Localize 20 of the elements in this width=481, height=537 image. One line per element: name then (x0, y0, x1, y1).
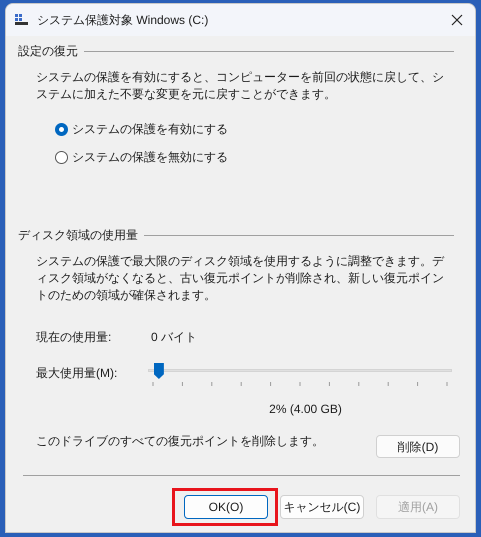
radio-label[interactable]: システムの保護を有効にする (72, 120, 228, 138)
drive-icon (15, 14, 28, 26)
section-heading: 設定の復元 (18, 43, 78, 60)
description-text: システムの保護で最大限のディスク領域を使用するように調整できます。ディスク領域がなくなると、古い復元ポイントが削除され、新しい復元ポイントのための領域が確保されます。 (36, 253, 446, 304)
delete-description: このドライブのすべての復元ポイントを削除します。 (36, 433, 325, 450)
section-heading: ディスク領域の使用量 (18, 227, 138, 244)
current-usage-label: 現在の使用量: (36, 329, 112, 346)
max-usage-label: 最大使用量(M): (36, 365, 118, 382)
delete-button[interactable]: 削除(D) (376, 435, 460, 458)
dialog-button[interactable]: キャンセル(C) (280, 495, 364, 519)
description-text: システムの保護を有効にすると、コンピューターを前回の状態に戻して、システムに加えた不要な変更を元に戻すことができます。 (36, 69, 445, 103)
max-usage-reading: 2% (4.00 GB) (269, 401, 342, 418)
dialog-button[interactable]: OK(O) (184, 495, 268, 519)
slider-thumb[interactable] (154, 363, 164, 379)
current-usage-value: 0 バイト (151, 329, 198, 346)
radio-button[interactable] (55, 150, 68, 164)
window-title: システム保護対象 Windows (C:) (37, 12, 208, 29)
radio-button[interactable] (55, 122, 68, 136)
close-icon[interactable] (451, 14, 463, 26)
radio-label[interactable]: システムの保護を無効にする (72, 148, 228, 166)
